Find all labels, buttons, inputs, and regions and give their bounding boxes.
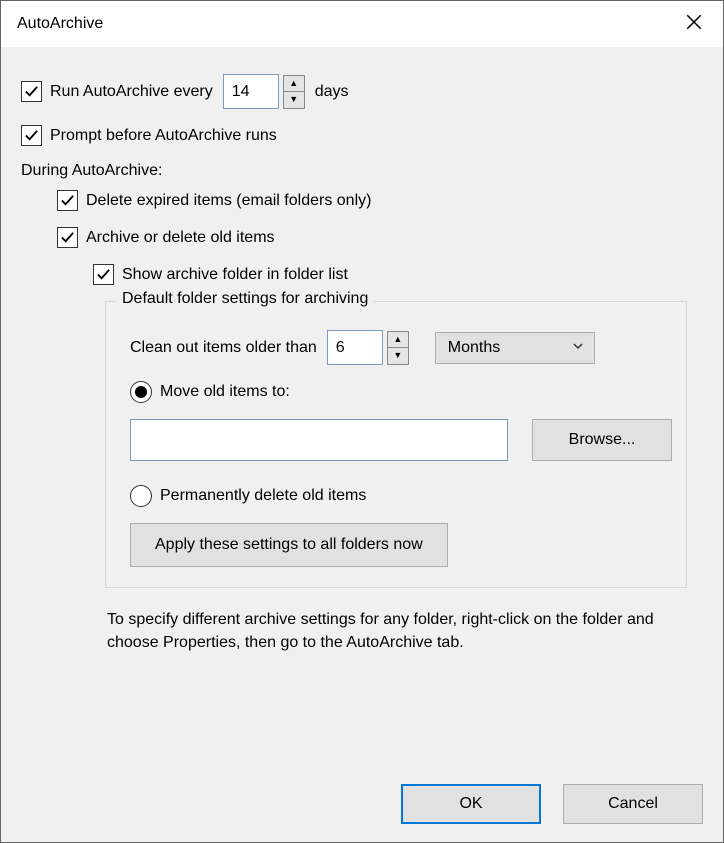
unit-dropdown[interactable]: Months — [435, 332, 595, 364]
apply-all-button[interactable]: Apply these settings to all folders now — [130, 523, 448, 567]
move-path-row: Browse... — [120, 419, 672, 461]
move-old-radio[interactable] — [130, 381, 152, 403]
hint-text: To specify different archive settings fo… — [21, 588, 703, 662]
clean-out-spinner: ▲ ▼ — [387, 331, 409, 365]
chevron-down-icon: ▼ — [289, 95, 298, 104]
dialog-content: Run AutoArchive every ▲ ▼ days Prompt be… — [1, 48, 723, 672]
run-every-down-button[interactable]: ▼ — [283, 92, 305, 109]
move-path-input[interactable] — [130, 419, 508, 461]
show-archive-row: Show archive folder in folder list — [21, 264, 703, 285]
clean-out-label: Clean out items older than — [130, 339, 317, 357]
chevron-up-icon: ▲ — [289, 79, 298, 88]
autoarchive-dialog: AutoArchive Run AutoArchive every ▲ ▼ da… — [0, 0, 724, 843]
archive-delete-checkbox[interactable] — [57, 227, 78, 248]
perm-delete-row: Permanently delete old items — [120, 485, 672, 507]
during-row: During AutoArchive: — [21, 162, 703, 180]
titlebar: AutoArchive — [1, 1, 723, 48]
show-archive-label: Show archive folder in folder list — [122, 266, 348, 284]
close-icon — [685, 13, 703, 36]
archive-delete-label: Archive or delete old items — [86, 229, 275, 247]
move-old-label: Move old items to: — [160, 383, 290, 401]
clean-out-row: Clean out items older than ▲ ▼ Months — [120, 330, 672, 365]
browse-button[interactable]: Browse... — [532, 419, 672, 461]
run-every-checkbox[interactable] — [21, 81, 42, 102]
during-label: During AutoArchive: — [21, 162, 162, 180]
fieldset-legend: Default folder settings for archiving — [116, 290, 374, 308]
unit-selected-label: Months — [448, 339, 500, 357]
chevron-down-icon — [572, 339, 584, 357]
clean-out-input[interactable] — [327, 330, 383, 365]
clean-out-up-button[interactable]: ▲ — [387, 331, 409, 348]
dialog-buttons: OK Cancel — [401, 784, 703, 824]
archive-delete-row: Archive or delete old items — [21, 227, 703, 248]
run-every-label-suffix: days — [315, 83, 349, 101]
run-every-spinner: ▲ ▼ — [283, 75, 305, 109]
clean-out-down-button[interactable]: ▼ — [387, 348, 409, 365]
default-folder-fieldset: Default folder settings for archiving Cl… — [105, 301, 687, 588]
delete-expired-label: Delete expired items (email folders only… — [86, 192, 371, 210]
chevron-up-icon: ▲ — [393, 335, 402, 344]
run-every-row: Run AutoArchive every ▲ ▼ days — [21, 74, 703, 109]
delete-expired-row: Delete expired items (email folders only… — [21, 190, 703, 211]
cancel-label: Cancel — [608, 795, 658, 813]
close-button[interactable] — [673, 3, 715, 45]
ok-button[interactable]: OK — [401, 784, 541, 824]
move-old-row: Move old items to: — [120, 381, 672, 403]
delete-expired-checkbox[interactable] — [57, 190, 78, 211]
chevron-down-icon: ▼ — [393, 351, 402, 360]
prompt-checkbox[interactable] — [21, 125, 42, 146]
apply-all-label: Apply these settings to all folders now — [155, 536, 423, 554]
prompt-row: Prompt before AutoArchive runs — [21, 125, 703, 146]
dialog-title: AutoArchive — [17, 15, 103, 33]
prompt-label: Prompt before AutoArchive runs — [50, 127, 277, 145]
cancel-button[interactable]: Cancel — [563, 784, 703, 824]
run-every-up-button[interactable]: ▲ — [283, 75, 305, 92]
perm-delete-label: Permanently delete old items — [160, 487, 366, 505]
run-every-label-prefix: Run AutoArchive every — [50, 83, 213, 101]
run-every-input[interactable] — [223, 74, 279, 109]
show-archive-checkbox[interactable] — [93, 264, 114, 285]
perm-delete-radio[interactable] — [130, 485, 152, 507]
ok-label: OK — [459, 795, 482, 813]
browse-button-label: Browse... — [569, 431, 636, 449]
apply-row: Apply these settings to all folders now — [120, 523, 672, 567]
